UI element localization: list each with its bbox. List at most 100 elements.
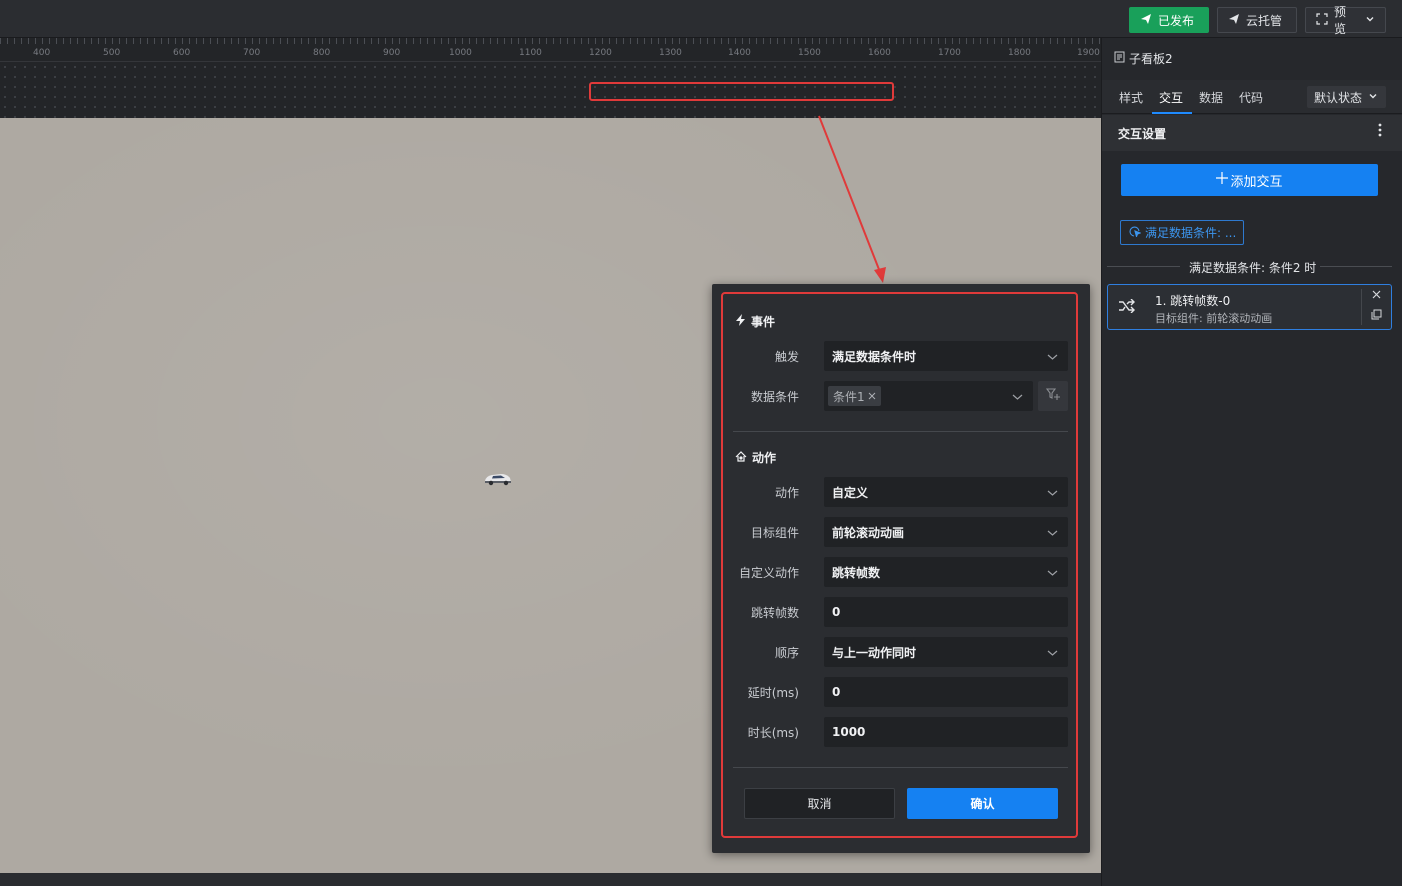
tab-style[interactable]: 样式 bbox=[1119, 89, 1143, 106]
footer-divider bbox=[733, 767, 1068, 768]
condition-group-title: 满足数据条件: 条件2 时 bbox=[1189, 261, 1317, 275]
ruler-tick: 900 bbox=[383, 48, 401, 58]
tab-code[interactable]: 代码 bbox=[1239, 89, 1263, 106]
add-interaction-label: 添加交互 bbox=[1230, 174, 1283, 190]
action-card-title: 1. 跳转帧数-0 bbox=[1155, 294, 1231, 308]
shuffle-arrow-icon bbox=[1118, 298, 1136, 316]
lightning-icon bbox=[735, 314, 746, 329]
ruler-tick: 1900 bbox=[1077, 48, 1100, 58]
active-tab-indicator bbox=[1152, 112, 1192, 114]
custom-action-label: 自定义动作 bbox=[738, 566, 799, 580]
event-section-title: 事件 bbox=[751, 315, 776, 329]
custom-action-value: 跳转帧数 bbox=[832, 565, 881, 580]
published-button[interactable]: 已发布 bbox=[1129, 7, 1209, 33]
ruler-tick: 1300 bbox=[659, 48, 682, 58]
send-icon bbox=[1228, 13, 1240, 28]
ruler-tick: 1200 bbox=[589, 48, 612, 58]
event-section-header: 事件 bbox=[735, 313, 775, 330]
action-select[interactable]: 自定义 bbox=[824, 477, 1068, 507]
action-label: 动作 bbox=[774, 486, 799, 500]
chevron-down-icon bbox=[1012, 391, 1023, 405]
close-icon[interactable] bbox=[1372, 288, 1381, 302]
action-value: 自定义 bbox=[832, 485, 869, 500]
chevron-down-icon bbox=[1368, 90, 1378, 104]
add-interaction-button[interactable]: 添加交互 bbox=[1121, 164, 1378, 196]
confirm-label: 确认 bbox=[970, 797, 995, 811]
duration-label: 时长(ms) bbox=[747, 726, 799, 740]
target-component-select[interactable]: 前轮滚动动画 bbox=[824, 517, 1068, 547]
properties-panel: 子看板2 样式 交互 数据 代码 默认状态 交互设置 添加交互 满足数据条件: … bbox=[1101, 38, 1402, 886]
duration-input[interactable]: 1000 bbox=[824, 717, 1068, 747]
ruler-tick: 1500 bbox=[798, 48, 821, 58]
trigger-label: 触发 bbox=[774, 350, 799, 364]
panel-title: 子看板2 bbox=[1114, 50, 1173, 67]
copy-icon[interactable] bbox=[1371, 309, 1382, 323]
preview-button[interactable]: 预览 bbox=[1305, 5, 1386, 36]
duration-value: 1000 bbox=[832, 725, 866, 739]
ruler-tick: 1700 bbox=[938, 48, 961, 58]
custom-action-select[interactable]: 跳转帧数 bbox=[824, 557, 1068, 587]
condition-filter-chip[interactable]: 满足数据条件: ... bbox=[1120, 220, 1244, 245]
order-select[interactable]: 与上一动作同时 bbox=[824, 637, 1068, 667]
top-toolbar: 已发布 云托管 预览 bbox=[0, 0, 1402, 38]
ruler-tick: 1100 bbox=[519, 48, 542, 58]
section-divider bbox=[733, 431, 1068, 432]
action-icon bbox=[735, 450, 747, 465]
state-select[interactable]: 默认状态 bbox=[1307, 86, 1386, 108]
ruler-tick: 800 bbox=[313, 48, 331, 58]
order-value: 与上一动作同时 bbox=[832, 645, 917, 660]
chevron-down-icon bbox=[1047, 351, 1058, 365]
ruler-tick: 700 bbox=[243, 48, 261, 58]
ruler-tick: 1000 bbox=[449, 48, 472, 58]
order-label: 顺序 bbox=[774, 646, 799, 660]
condition-tag-label: 条件1 bbox=[833, 389, 865, 404]
timeline-area[interactable] bbox=[0, 62, 1101, 118]
tag-close-icon[interactable] bbox=[868, 389, 876, 403]
canvas-bottom-bar bbox=[0, 873, 1101, 886]
cancel-button[interactable]: 取消 bbox=[744, 788, 895, 819]
highlight-frame bbox=[589, 82, 894, 101]
fullscreen-icon bbox=[1316, 12, 1328, 28]
chevron-down-icon bbox=[1047, 567, 1058, 581]
target-label: 目标组件 bbox=[750, 526, 799, 540]
cloud-host-button[interactable]: 云托管 bbox=[1217, 7, 1297, 33]
car-model[interactable] bbox=[483, 471, 513, 486]
ruler-tick: 400 bbox=[33, 48, 51, 58]
action-section-header: 动作 bbox=[735, 449, 776, 466]
panel-title-text: 子看板2 bbox=[1129, 52, 1173, 66]
horizontal-ruler: 400 500 600 700 800 900 1000 1100 1200 1… bbox=[0, 38, 1101, 118]
document-icon bbox=[1114, 51, 1125, 66]
action-card-subtitle: 目标组件: 前轮滚动动画 bbox=[1155, 312, 1273, 325]
preview-label: 预览 bbox=[1334, 5, 1347, 36]
interaction-action-card[interactable]: 1. 跳转帧数-0 目标组件: 前轮滚动动画 bbox=[1107, 284, 1392, 330]
pointer-click-icon bbox=[1129, 225, 1142, 240]
send-icon bbox=[1140, 13, 1152, 28]
tab-interaction[interactable]: 交互 bbox=[1159, 89, 1183, 106]
tab-data[interactable]: 数据 bbox=[1199, 89, 1223, 106]
chevron-down-icon bbox=[1047, 487, 1058, 501]
published-label: 已发布 bbox=[1158, 13, 1195, 28]
more-vertical-icon[interactable] bbox=[1378, 123, 1388, 137]
card-separator bbox=[1361, 289, 1362, 325]
condition-filter-button[interactable] bbox=[1038, 381, 1068, 411]
ruler-tick: 1800 bbox=[1008, 48, 1031, 58]
cancel-label: 取消 bbox=[807, 797, 832, 811]
ruler-tick: 1400 bbox=[728, 48, 751, 58]
ruler-scale bbox=[0, 38, 1101, 62]
delay-value: 0 bbox=[832, 685, 841, 699]
delay-input[interactable]: 0 bbox=[824, 677, 1068, 707]
state-select-value: 默认状态 bbox=[1314, 90, 1363, 105]
confirm-button[interactable]: 确认 bbox=[907, 788, 1058, 819]
action-section-title: 动作 bbox=[752, 451, 777, 465]
jump-frame-label: 跳转帧数 bbox=[750, 606, 799, 620]
ruler-tick: 600 bbox=[173, 48, 191, 58]
ruler-tick: 500 bbox=[103, 48, 121, 58]
panel-tabs: 样式 交互 数据 代码 默认状态 bbox=[1102, 80, 1402, 114]
data-condition-select[interactable]: 条件1 bbox=[824, 381, 1033, 411]
condition-tag[interactable]: 条件1 bbox=[828, 386, 881, 406]
filter-icon bbox=[1045, 388, 1060, 404]
plus-icon bbox=[1216, 172, 1229, 188]
jump-frame-value: 0 bbox=[832, 605, 841, 619]
trigger-select[interactable]: 满足数据条件时 bbox=[824, 341, 1068, 371]
jump-frame-input[interactable]: 0 bbox=[824, 597, 1068, 627]
